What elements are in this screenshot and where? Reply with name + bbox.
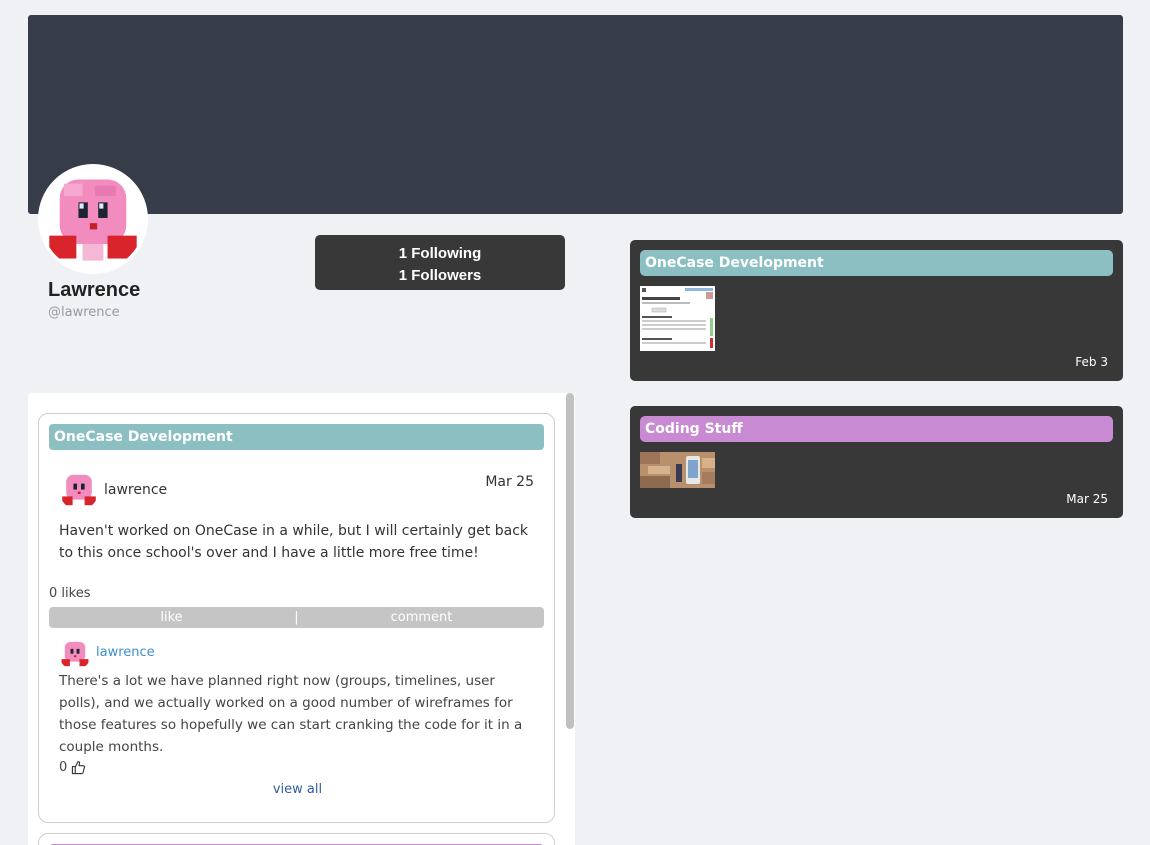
feed-scrollbar[interactable] bbox=[566, 393, 574, 729]
like-button[interactable]: like bbox=[49, 607, 294, 628]
post-author-avatar[interactable] bbox=[59, 470, 99, 510]
comment-button[interactable]: comment bbox=[299, 607, 544, 628]
group-date: Mar 25 bbox=[1066, 492, 1108, 506]
post-feed[interactable]: OneCase Development lawrence Mar 25 Have… bbox=[28, 393, 575, 845]
profile-avatar[interactable] bbox=[38, 164, 148, 274]
following-count[interactable]: 1 Following bbox=[315, 243, 565, 265]
post-body: Haven't worked on OneCase in a while, bu… bbox=[59, 523, 529, 561]
group-date: Feb 3 bbox=[1075, 355, 1108, 369]
group-title[interactable]: OneCase Development bbox=[640, 250, 1113, 276]
thumbs-up-icon[interactable] bbox=[71, 760, 86, 775]
post-card bbox=[38, 833, 555, 845]
followers-count[interactable]: 1 Followers bbox=[315, 265, 565, 287]
comment-likes-count: 0 bbox=[59, 760, 68, 775]
comment-author-name[interactable]: lawrence bbox=[96, 645, 155, 660]
post-date: Mar 25 bbox=[485, 474, 534, 490]
post-group-label[interactable]: OneCase Development bbox=[49, 424, 544, 450]
coding-art-thumbnail-icon bbox=[640, 452, 715, 488]
group-thumbnail[interactable] bbox=[640, 286, 715, 351]
profile-handle: @lawrence bbox=[48, 305, 120, 320]
group-card-onecase[interactable]: OneCase Development Feb 3 bbox=[630, 240, 1123, 381]
group-thumbnail[interactable] bbox=[640, 452, 715, 488]
profile-banner bbox=[28, 15, 1123, 214]
post-likes-count: 0 likes bbox=[49, 586, 91, 601]
kirby-avatar-icon bbox=[41, 167, 145, 271]
kirby-avatar-icon bbox=[59, 638, 91, 670]
profile-name: Lawrence bbox=[48, 279, 141, 301]
post-action-bar: like | comment bbox=[49, 607, 544, 628]
kirby-avatar-icon bbox=[59, 470, 99, 510]
comment-author-avatar[interactable] bbox=[59, 638, 91, 670]
group-title[interactable]: Coding Stuff bbox=[640, 416, 1113, 442]
post-card: OneCase Development lawrence Mar 25 Have… bbox=[38, 413, 555, 823]
screenshot-thumbnail-icon bbox=[640, 286, 715, 351]
comment-body: There's a lot we have planned right now … bbox=[59, 673, 523, 755]
follow-stats[interactable]: 1 Following 1 Followers bbox=[315, 235, 565, 290]
comment-likes: 0 bbox=[59, 760, 86, 775]
view-all-comments-link[interactable]: view all bbox=[39, 782, 556, 797]
group-card-coding-stuff[interactable]: Coding Stuff Mar 25 bbox=[630, 406, 1123, 518]
post-author-name[interactable]: lawrence bbox=[104, 482, 167, 498]
